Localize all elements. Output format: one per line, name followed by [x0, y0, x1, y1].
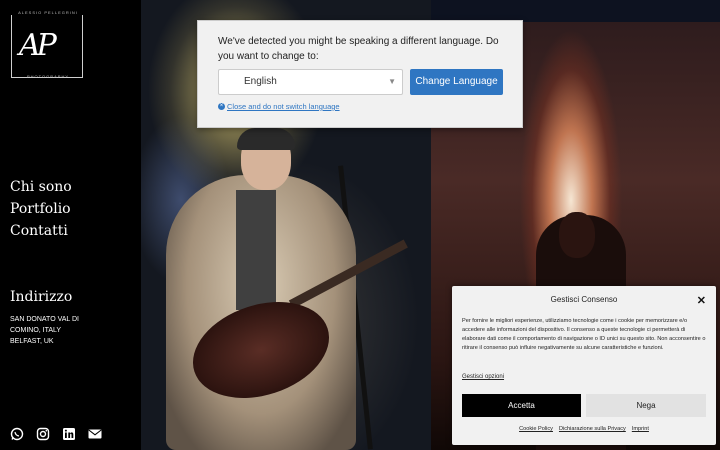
accept-button[interactable]: Accetta [462, 394, 581, 417]
close-icon[interactable]: ✕ [697, 294, 706, 307]
logo-bottom-text: PHOTOGRAPHY [26, 74, 70, 79]
language-select-value: English [244, 76, 277, 87]
whatsapp-icon[interactable] [10, 427, 24, 441]
logo-top-text: ALESSIO PELLEGRINI [11, 10, 85, 15]
nav-portfolio[interactable]: Portfolio [10, 198, 72, 220]
social-links [10, 427, 102, 441]
nav-chi-sono[interactable]: Chi sono [10, 176, 72, 198]
address-title: Indirizzo [10, 289, 73, 305]
instagram-icon[interactable] [36, 427, 50, 441]
cookie-consent-banner: Gestisci Consenso ✕ Per fornire le migli… [452, 286, 716, 445]
close-circle-icon: × [218, 103, 225, 110]
language-select[interactable]: English ▼ [218, 69, 403, 95]
logo-monogram: AP [19, 28, 57, 63]
imprint-link[interactable]: Imprint [632, 426, 649, 432]
close-language-dialog-link[interactable]: × Close and do not switch language [218, 102, 340, 111]
site-logo[interactable]: AP ALESSIO PELLEGRINI PHOTOGRAPHY [11, 10, 85, 82]
address-line: BELFAST, UK [10, 338, 54, 345]
language-message: We've detected you might be speaking a d… [218, 36, 499, 62]
cookie-links: Cookie Policy Dichiarazione sulla Privac… [452, 426, 716, 432]
main-nav: Chi sono Portfolio Contatti [10, 176, 72, 242]
cookie-description: Per fornire le migliori esperienze, util… [462, 318, 706, 351]
cookie-title: Gestisci Consenso [550, 295, 618, 304]
language-switch-dialog: We've detected you might be speaking a d… [197, 20, 523, 128]
chevron-down-icon: ▼ [388, 77, 396, 86]
linkedin-icon[interactable] [62, 427, 76, 441]
address-line: SAN DONATO VAL DI [10, 316, 79, 323]
shirt [236, 190, 276, 310]
cookie-policy-link[interactable]: Cookie Policy [519, 426, 553, 432]
performer-hat [237, 128, 295, 150]
address-block: SAN DONATO VAL DI COMINO, ITALY BELFAST,… [10, 314, 79, 347]
email-icon[interactable] [88, 427, 102, 441]
nav-contatti[interactable]: Contatti [10, 220, 72, 242]
address-line: COMINO, ITALY [10, 327, 62, 334]
close-language-label: Close and do not switch language [227, 102, 340, 111]
change-language-button[interactable]: Change Language [410, 69, 503, 95]
singer-head [559, 212, 595, 258]
deny-button[interactable]: Nega [586, 394, 706, 417]
photo-top-band [431, 0, 720, 22]
sidebar: AP ALESSIO PELLEGRINI PHOTOGRAPHY Chi so… [0, 0, 141, 450]
manage-options-link[interactable]: Gestisci opzioni [462, 374, 504, 380]
privacy-statement-link[interactable]: Dichiarazione sulla Privacy [559, 426, 626, 432]
